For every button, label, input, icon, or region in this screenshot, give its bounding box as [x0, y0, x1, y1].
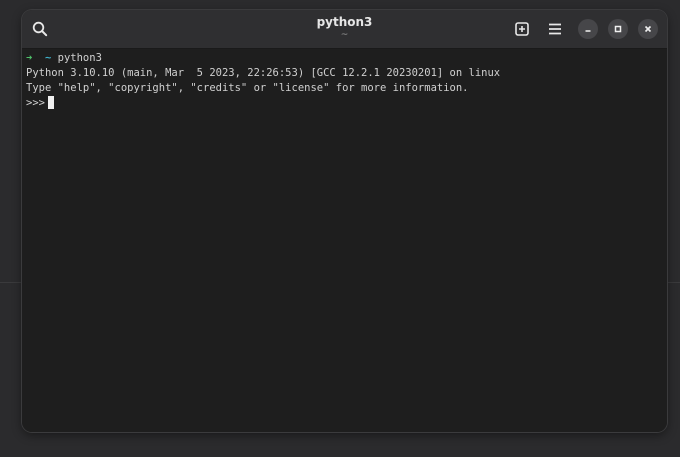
close-icon [644, 25, 652, 33]
repl-prompt: >>> [26, 97, 45, 109]
maximize-icon [614, 25, 622, 33]
python-version-line: Python 3.10.10 (main, Mar 5 2023, 22:26:… [26, 67, 501, 79]
minimize-button[interactable] [578, 19, 598, 39]
title-area: python3 ~ [22, 10, 667, 48]
shell-command: python3 [57, 52, 102, 64]
window-subtitle: ~ [340, 30, 349, 40]
new-tab-button[interactable] [509, 16, 535, 42]
prompt-arrow: ➜ [26, 52, 33, 64]
terminal-output[interactable]: ➜ ~ python3 Python 3.10.10 (main, Mar 5 … [22, 49, 667, 432]
hamburger-menu-icon [549, 23, 561, 35]
new-tab-icon [515, 22, 529, 36]
header-bar: python3 ~ [22, 10, 667, 49]
text-cursor [47, 96, 54, 109]
search-icon [32, 21, 48, 37]
prompt-directory: ~ [44, 52, 52, 64]
close-button[interactable] [638, 19, 658, 39]
maximize-button[interactable] [608, 19, 628, 39]
window-title: python3 [316, 15, 373, 29]
shell-prompt-line: ➜ ~ python3 [26, 51, 102, 65]
minimize-icon [585, 30, 591, 32]
terminal-window: python3 ~ ➜ ~ python3 Python 3.10.10 (ma… [22, 10, 667, 432]
search-button[interactable] [27, 16, 53, 42]
repl-prompt-line: >>> [26, 96, 54, 110]
python-help-line: Type "help", "copyright", "credits" or "… [26, 82, 469, 94]
main-menu-button[interactable] [542, 16, 568, 42]
